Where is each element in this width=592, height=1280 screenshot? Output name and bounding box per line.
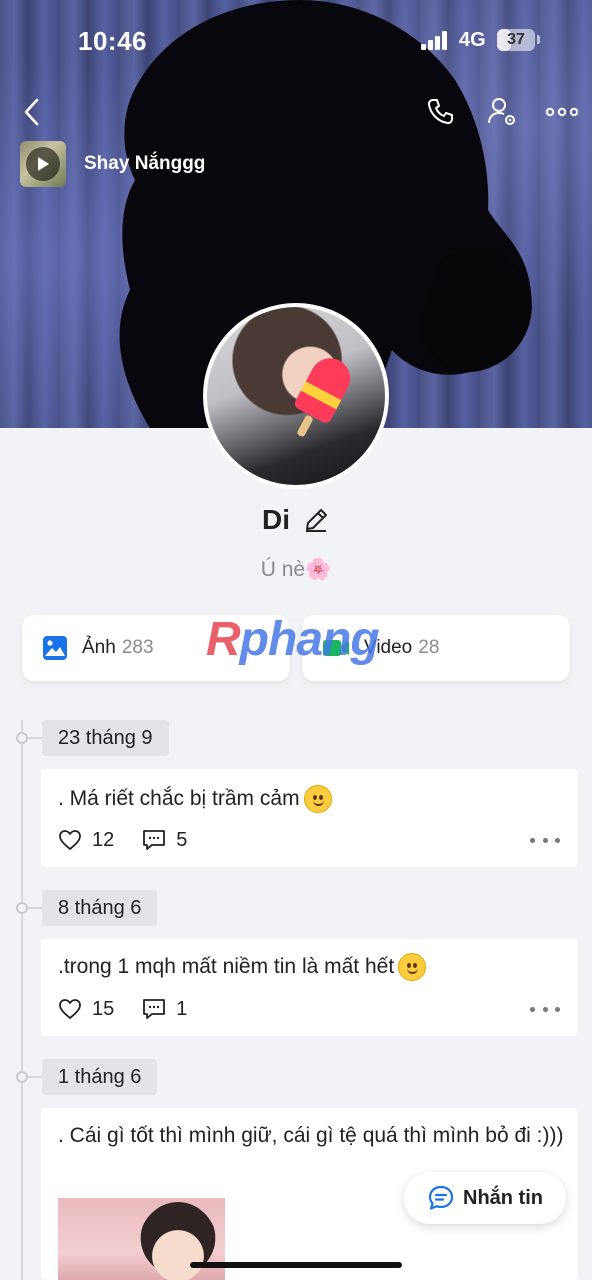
comment-icon	[143, 999, 166, 1019]
timeline-line	[21, 720, 23, 1280]
comment-count: 5	[176, 828, 188, 851]
music-title: Shay Nắnggg	[84, 153, 206, 174]
comment-count: 1	[176, 997, 188, 1020]
timeline-dot	[16, 1071, 28, 1083]
videos-card[interactable]: Video 28	[302, 615, 570, 681]
avatar[interactable]	[203, 303, 389, 489]
popsicle-stick	[296, 414, 314, 438]
music-thumbnail	[20, 141, 66, 187]
post-actions: 15 1	[58, 994, 215, 1024]
edit-icon[interactable]	[302, 506, 330, 534]
message-label: Nhắn tin	[463, 1186, 543, 1209]
video-icon	[323, 640, 349, 656]
post-text: . Má riết chắc bị trầm cảm	[58, 783, 332, 815]
post-date: 23 tháng 9	[42, 720, 169, 756]
profile-name-row: Di	[0, 504, 592, 536]
more-icon[interactable]	[542, 92, 582, 132]
post-text: .trong 1 mqh mất niềm tin là mất hết	[58, 951, 427, 983]
network-type: 4G	[459, 29, 486, 51]
back-icon[interactable]	[12, 92, 52, 132]
photos-label: Ảnh	[82, 637, 116, 658]
play-icon[interactable]	[26, 147, 60, 181]
comment-button[interactable]: 1	[142, 998, 187, 1021]
profile-settings-icon[interactable]	[482, 92, 522, 132]
battery-icon: 37	[497, 29, 535, 51]
status-time: 10:46	[78, 26, 147, 56]
message-button[interactable]: Nhắn tin	[404, 1172, 566, 1224]
like-count: 15	[92, 997, 115, 1020]
battery-cap	[537, 35, 540, 44]
smile-emoji	[303, 785, 332, 814]
post-text: . Cái gì tốt thì mình giữ, cái gì tệ quá…	[58, 1124, 564, 1147]
message-icon	[428, 1185, 454, 1210]
profile-music[interactable]: Shay Nắnggg	[20, 140, 216, 188]
post-card[interactable]: .trong 1 mqh mất niềm tin là mất hết 15 …	[41, 939, 578, 1036]
timeline-tick	[28, 1076, 42, 1078]
videos-count: 28	[418, 637, 440, 658]
post-date: 1 tháng 6	[42, 1059, 158, 1095]
comment-icon	[143, 830, 166, 850]
photos-card[interactable]: Ảnh 283	[22, 615, 290, 681]
like-button[interactable]: 15	[58, 998, 114, 1021]
post-date: 8 tháng 6	[42, 890, 158, 926]
post-card[interactable]: . Má riết chắc bị trầm cảm 12 5	[41, 769, 578, 867]
heart-icon	[59, 999, 81, 1019]
home-indicator[interactable]	[190, 1262, 402, 1268]
post-more-icon[interactable]	[530, 830, 560, 850]
photos-count: 283	[121, 637, 154, 658]
post-actions: 12 5	[58, 825, 215, 855]
like-button[interactable]: 12	[58, 829, 114, 852]
profile-bio: Ú nè🌸	[260, 558, 332, 581]
battery-level: 37	[507, 31, 525, 48]
timeline-dot	[16, 902, 28, 914]
photos-icon	[43, 636, 67, 660]
signal-icon	[421, 30, 451, 50]
profile-name: Di	[262, 504, 290, 535]
call-icon[interactable]	[420, 92, 460, 132]
smile-emoji	[398, 953, 427, 982]
timeline-dot	[16, 732, 28, 744]
videos-label: Video	[364, 637, 413, 658]
heart-icon	[59, 830, 81, 850]
comment-button[interactable]: 5	[142, 829, 187, 852]
timeline-tick	[28, 737, 42, 739]
post-more-icon[interactable]	[530, 999, 560, 1019]
like-count: 12	[92, 828, 115, 851]
popsicle-sticker	[292, 351, 358, 425]
status-bar: 10:46 4G 37	[0, 0, 592, 80]
timeline-tick	[28, 907, 42, 909]
